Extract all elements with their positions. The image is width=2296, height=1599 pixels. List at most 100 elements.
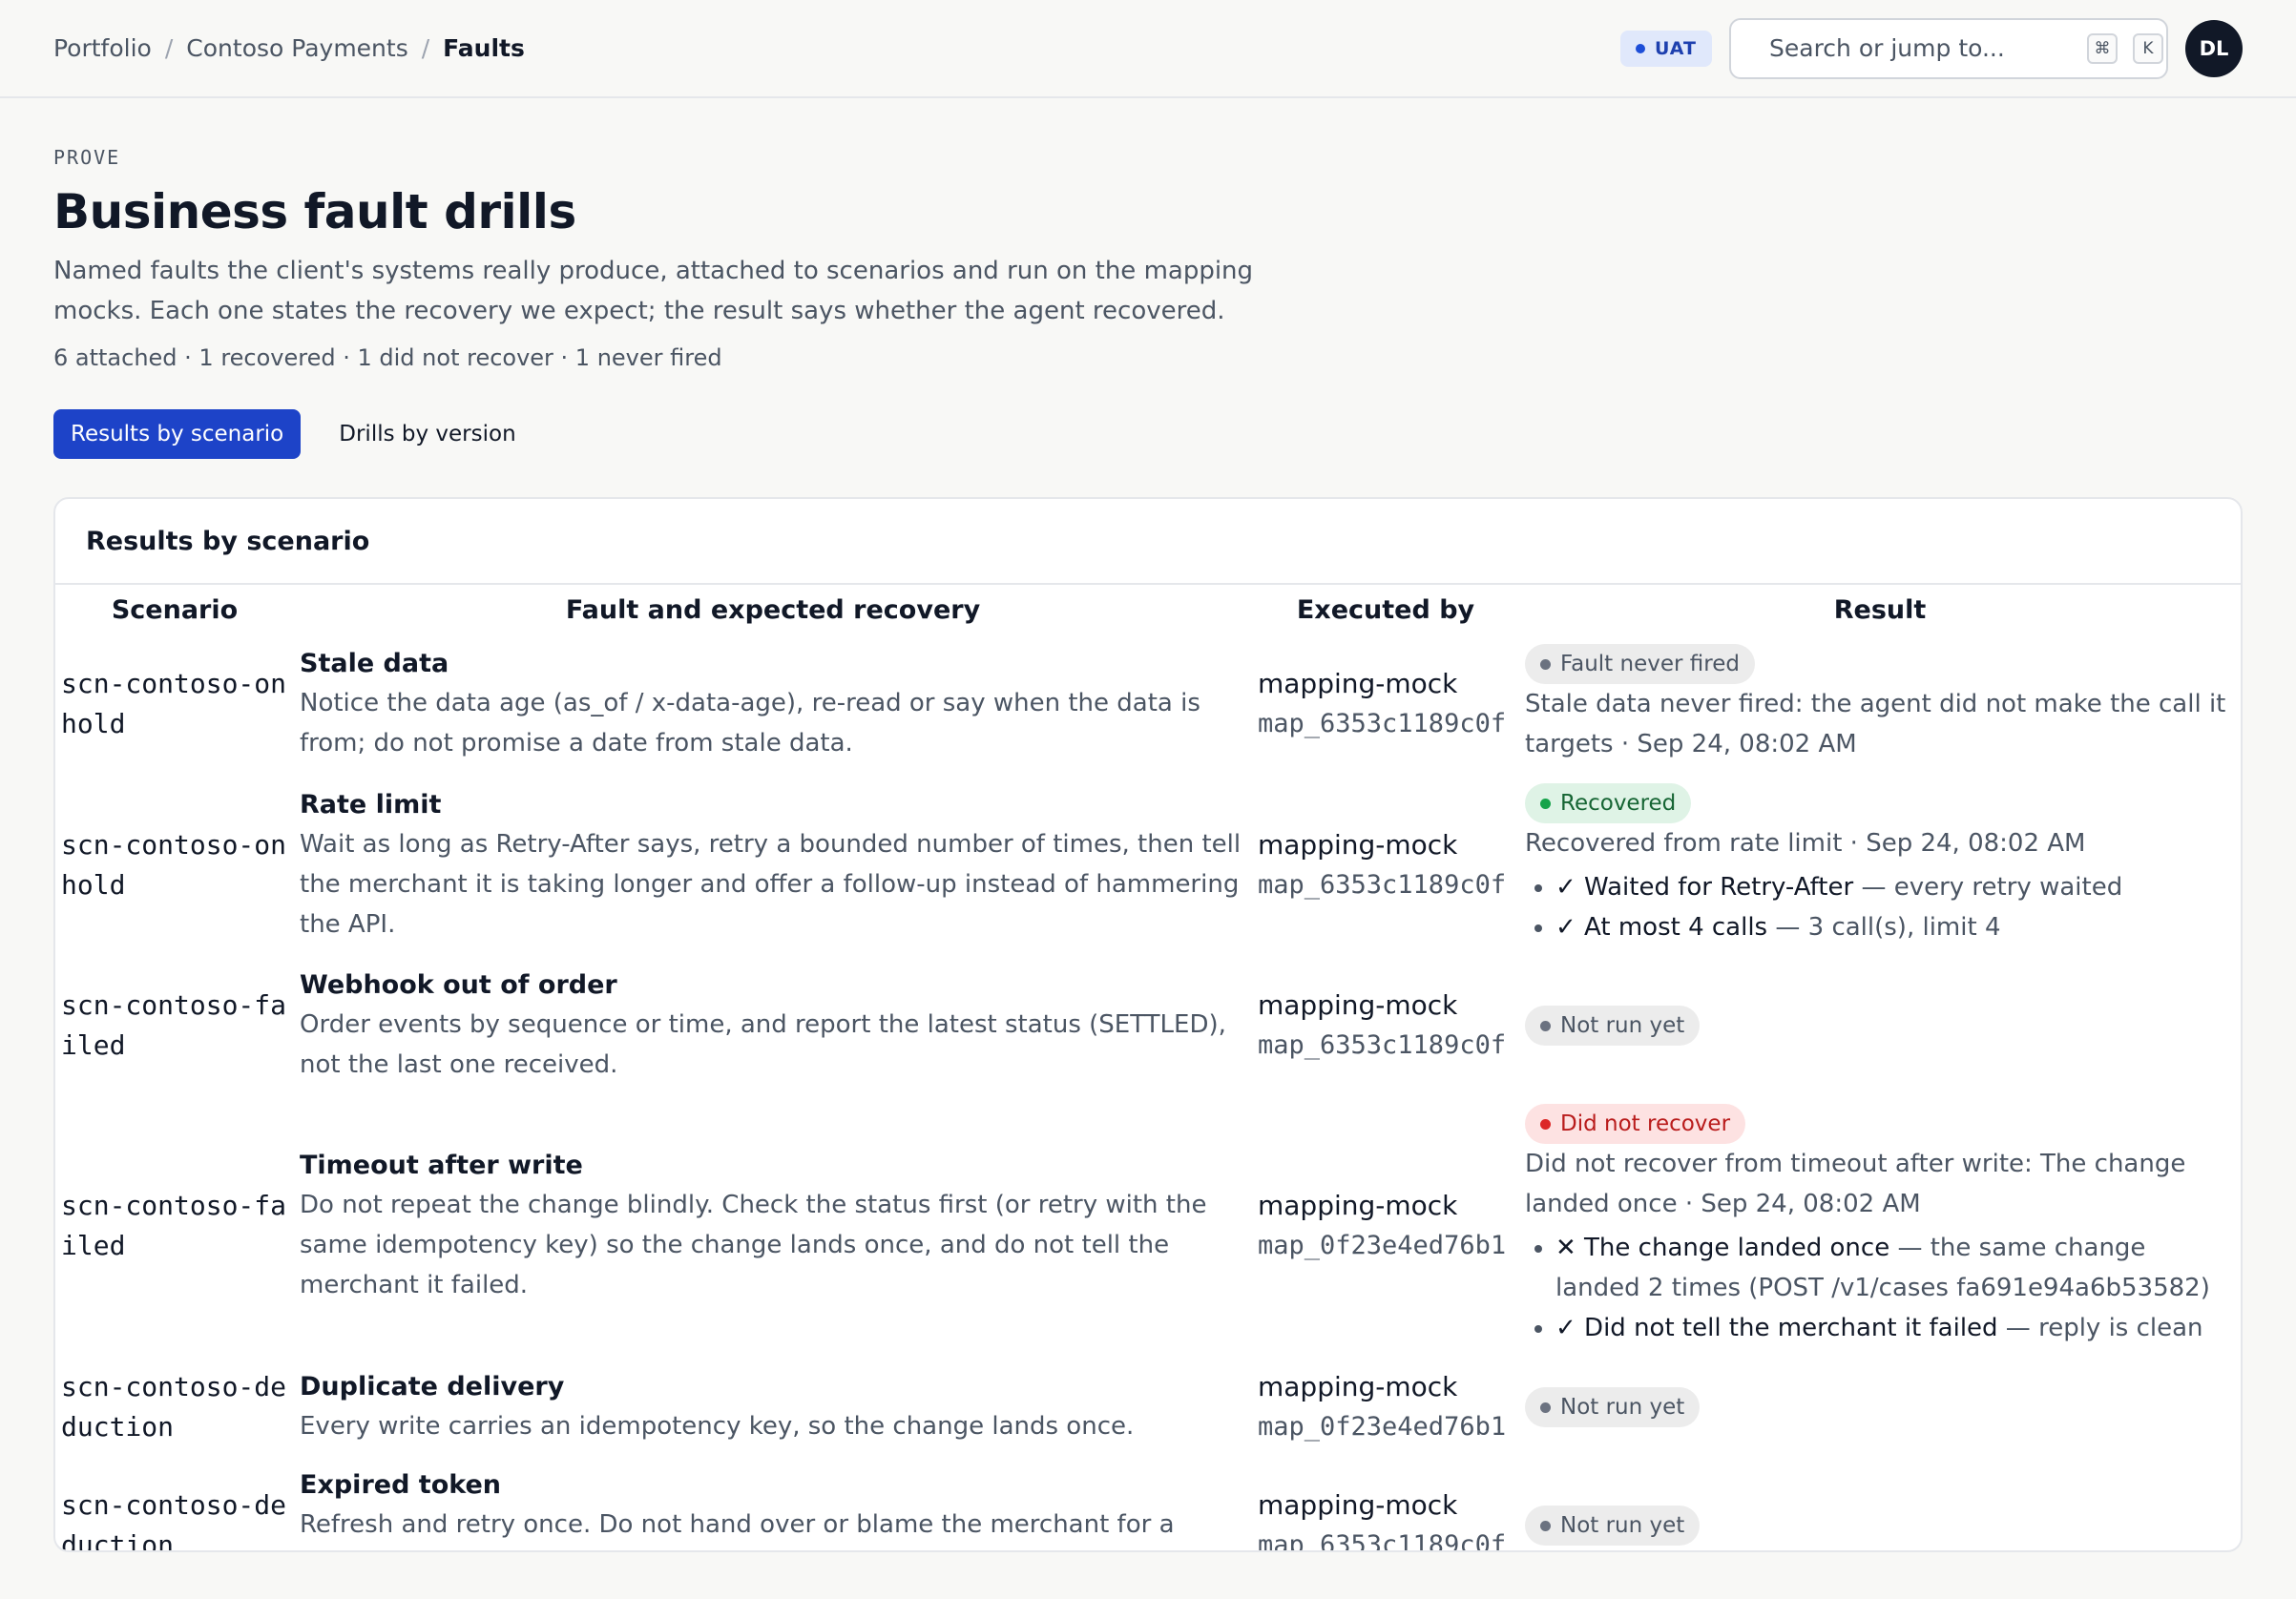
column-header-fault: Fault and expected recovery (565, 594, 981, 625)
status-dot-icon (1540, 1020, 1551, 1031)
status-badge: Not run yet (1525, 1387, 1701, 1427)
result-summary: Recovered from rate limit · Sep 24, 08:0… (1525, 829, 2086, 858)
status-label: Not run yet (1560, 1513, 1685, 1538)
table-body: scn-contoso-onhold Stale data Notice the… (55, 634, 2241, 1550)
status-label: Not run yet (1560, 1395, 1685, 1420)
status-label: Fault never fired (1560, 652, 1740, 676)
executor-kind: mapping-mock (1258, 668, 1458, 699)
search-input[interactable] (1769, 34, 2072, 62)
fault-name: Webhook out of order (300, 970, 617, 1000)
table-row[interactable]: scn-contoso-deduction Expired token Refr… (55, 1457, 2241, 1550)
executor-kind: mapping-mock (1258, 1371, 1458, 1402)
table-row[interactable]: scn-contoso-failed Webhook out of order … (55, 957, 2241, 1094)
executor-id[interactable]: map_6353c1189c0f (1258, 1026, 1513, 1066)
executor-id[interactable]: map_6353c1189c0f (1258, 704, 1513, 744)
scenario-id[interactable]: scn-contoso-deduction (61, 1367, 288, 1447)
executor-kind: mapping-mock (1258, 1489, 1458, 1521)
scenario-id[interactable]: scn-contoso-onhold (61, 664, 288, 744)
breadcrumb-contoso-payments[interactable]: Contoso Payments (186, 34, 407, 62)
scenario-id[interactable]: scn-contoso-failed (61, 1186, 288, 1266)
shortcut-cmd-key: ⌘ (2087, 32, 2118, 64)
page-title: Business fault drills (53, 184, 576, 239)
executor-id[interactable]: map_6353c1189c0f (1258, 1526, 1513, 1550)
environment-dot-icon (1635, 43, 1645, 53)
check-label: ✕ The change landed once (1555, 1234, 1890, 1262)
status-badge: Not run yet (1525, 1506, 1701, 1546)
check-detail: — reply is clean (1997, 1314, 2203, 1342)
status-label: Recovered (1560, 791, 1677, 816)
page-content: PROVE Business fault drills Named faults… (0, 98, 2296, 1552)
executor-kind: mapping-mock (1258, 1190, 1458, 1221)
fault-expected-recovery: Wait as long as Retry-After says, retry … (300, 830, 1242, 939)
shortcut-k-key: K (2133, 32, 2163, 64)
check-item: ✓ At most 4 calls — 3 call(s), limit 4 (1555, 907, 2235, 947)
card-title: Results by scenario (55, 499, 2241, 585)
status-label: Did not recover (1560, 1111, 1731, 1136)
status-dot-icon (1540, 1118, 1551, 1130)
results-card: Results by scenario Scenario Fault and e… (53, 497, 2243, 1552)
scenario-id[interactable]: scn-contoso-onhold (61, 825, 288, 905)
fault-expected-recovery: Order events by sequence or time, and re… (300, 1010, 1226, 1079)
breadcrumb-portfolio[interactable]: Portfolio (53, 34, 152, 62)
status-dot-icon (1540, 1402, 1551, 1413)
fault-name: Expired token (300, 1470, 502, 1500)
check-item: ✕ The change landed once — the same chan… (1555, 1228, 2235, 1308)
status-label: Not run yet (1560, 1013, 1685, 1038)
column-header-executed-by: Executed by (1296, 594, 1475, 625)
result-summary: Stale data never fired: the agent did no… (1525, 690, 2226, 758)
check-list: ✕ The change landed once — the same chan… (1525, 1228, 2235, 1348)
breadcrumb: Portfolio / Contoso Payments / Faults (53, 34, 525, 62)
table-row[interactable]: scn-contoso-onhold Stale data Notice the… (55, 634, 2241, 774)
column-header-result: Result (1833, 594, 1927, 625)
tab-drills-by-version[interactable]: Drills by version (322, 409, 532, 459)
table-header-row: Scenario Fault and expected recovery Exe… (55, 585, 2241, 634)
check-item: ✓ Waited for Retry-After — every retry w… (1555, 867, 2235, 907)
executor-kind: mapping-mock (1258, 989, 1458, 1021)
view-tabs: Results by scenario Drills by version (53, 409, 2243, 459)
executor-kind: mapping-mock (1258, 829, 1458, 861)
table-row[interactable]: scn-contoso-onhold Rate limit Wait as lo… (55, 774, 2241, 957)
check-label: ✓ At most 4 calls (1555, 913, 1768, 942)
user-avatar[interactable]: DL (2185, 19, 2243, 77)
tab-results-by-scenario[interactable]: Results by scenario (53, 409, 302, 459)
check-detail: — 3 call(s), limit 4 (1767, 913, 2001, 942)
search-box[interactable]: ⌘ K (1729, 17, 2168, 79)
fault-name: Rate limit (300, 790, 442, 820)
table-row[interactable]: scn-contoso-failed Timeout after write D… (55, 1094, 2241, 1358)
check-item: ✓ Did not tell the merchant it failed — … (1555, 1308, 2235, 1348)
environment-label: UAT (1654, 37, 1697, 59)
scenario-id[interactable]: scn-contoso-deduction (61, 1485, 288, 1550)
fault-expected-recovery: Notice the data age (as_of / x-data-age)… (300, 689, 1200, 758)
environment-badge: UAT (1619, 30, 1712, 67)
fault-expected-recovery: Refresh and retry once. Do not hand over… (300, 1510, 1175, 1539)
section-eyebrow: PROVE (53, 146, 121, 169)
status-badge: Not run yet (1525, 1006, 1701, 1046)
executor-id[interactable]: map_0f23e4ed76b1 (1258, 1407, 1513, 1447)
fault-name: Timeout after write (300, 1151, 583, 1180)
scenario-id[interactable]: scn-contoso-failed (61, 986, 288, 1066)
fault-expected-recovery: Every write carries an idempotency key, … (300, 1412, 1135, 1441)
breadcrumb-separator: / (421, 34, 430, 62)
breadcrumb-current: Faults (443, 34, 525, 62)
breadcrumb-separator: / (164, 34, 174, 62)
topbar-actions: UAT ⌘ K DL (1619, 17, 2243, 79)
fault-name: Stale data (300, 649, 449, 678)
fault-expected-recovery: Do not repeat the change blindly. Check … (300, 1191, 1207, 1299)
executor-id[interactable]: map_0f23e4ed76b1 (1258, 1226, 1513, 1266)
status-dot-icon (1540, 798, 1551, 809)
page-stats: 6 attached · 1 recovered · 1 did not rec… (53, 344, 722, 371)
results-table: Scenario Fault and expected recovery Exe… (55, 585, 2241, 1551)
result-summary: Did not recover from timeout after write… (1525, 1150, 2186, 1218)
page-description: Named faults the client's systems really… (53, 257, 1254, 325)
executor-id[interactable]: map_6353c1189c0f (1258, 865, 1513, 905)
fault-name: Duplicate delivery (300, 1372, 565, 1402)
status-badge: Did not recover (1525, 1104, 1746, 1144)
check-detail: — every retry waited (1853, 873, 2123, 902)
column-header-scenario: Scenario (111, 594, 239, 625)
check-list: ✓ Waited for Retry-After — every retry w… (1525, 867, 2235, 947)
status-dot-icon (1540, 658, 1551, 670)
table-row[interactable]: scn-contoso-deduction Duplicate delivery… (55, 1358, 2241, 1457)
status-badge: Fault never fired (1525, 644, 1755, 684)
top-bar: Portfolio / Contoso Payments / Faults UA… (0, 0, 2296, 98)
status-dot-icon (1540, 1520, 1551, 1531)
